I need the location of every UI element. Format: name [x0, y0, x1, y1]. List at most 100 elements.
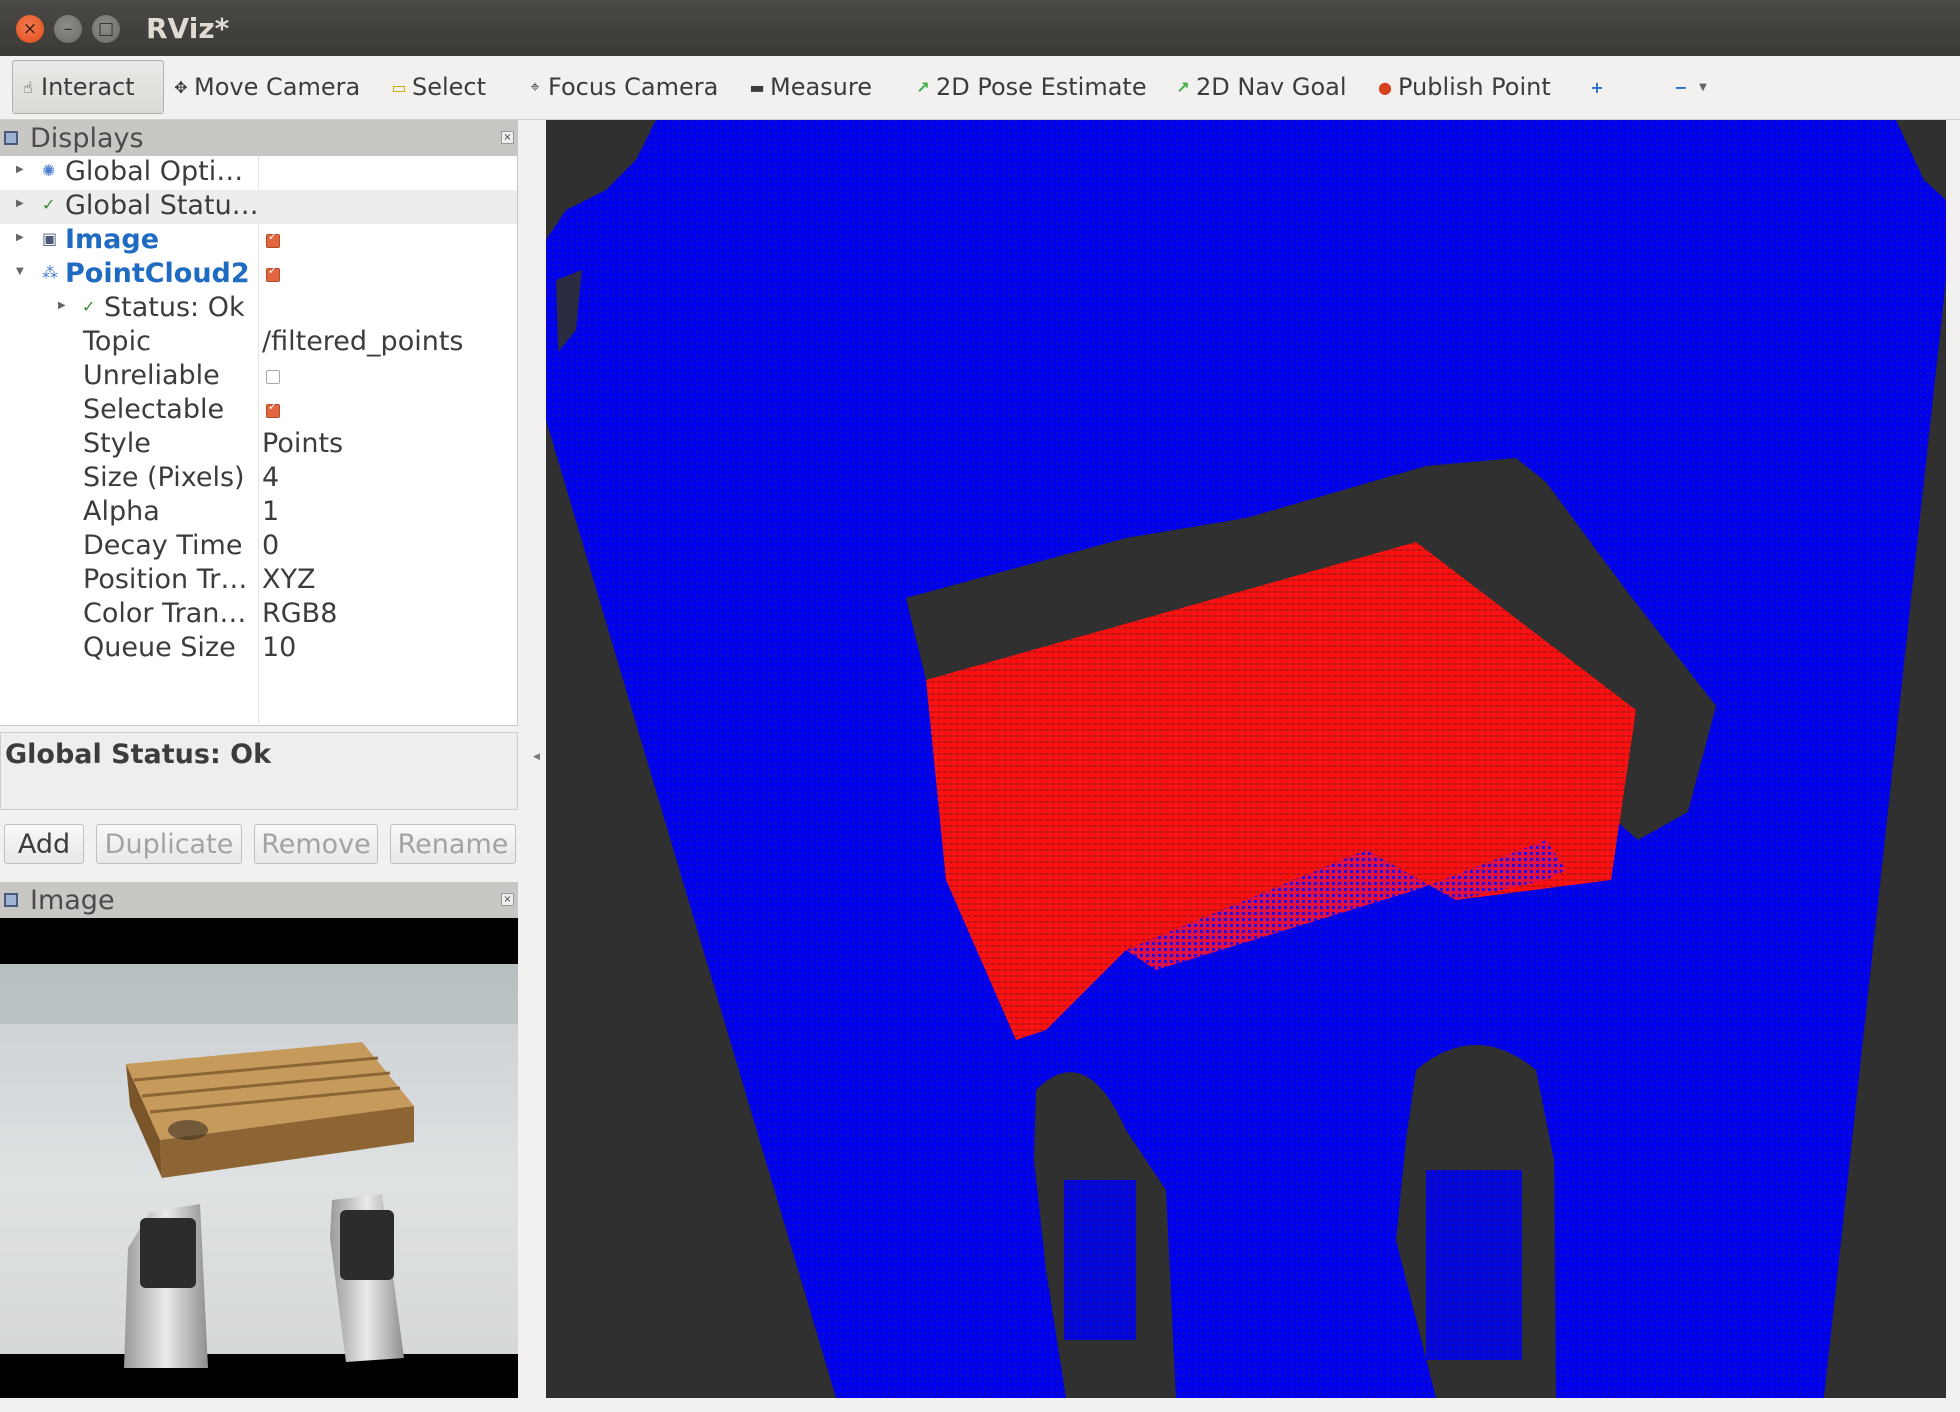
monitor-icon — [4, 131, 18, 145]
property-row-topic[interactable]: Topic /filtered_points — [0, 326, 517, 360]
property-row-selectable[interactable]: Selectable — [0, 394, 517, 428]
duplicate-button[interactable]: Duplicate — [96, 824, 242, 864]
nav-goal-label: 2D Nav Goal — [1196, 73, 1347, 101]
property-name: Style — [83, 428, 151, 459]
checkmark-icon: ✓ — [42, 195, 56, 214]
property-name: Decay Time — [83, 530, 243, 561]
property-row-decay-time[interactable]: Decay Time 0 — [0, 530, 517, 564]
property-value[interactable]: 10 — [262, 632, 296, 663]
property-row-position-transformer[interactable]: Position Tr… XYZ — [0, 564, 517, 598]
minus-icon: − — [1674, 77, 1688, 97]
tool-bar: ☝ Interact ✥ Move Camera ▭ Select ⌖ Focu… — [0, 56, 1960, 120]
focus-target-icon: ⌖ — [530, 77, 540, 96]
tree-item-pointcloud2[interactable]: ▼ ⁂ PointCloud2 — [0, 258, 517, 292]
property-name: Size (Pixels) — [83, 462, 245, 493]
interact-tool-button[interactable]: ☝ Interact — [12, 60, 164, 114]
property-row-queue-size[interactable]: Queue Size 10 — [0, 632, 517, 666]
close-window-button[interactable]: × — [16, 15, 44, 43]
property-value[interactable]: 4 — [262, 462, 279, 493]
green-arrow-icon: ↗ — [1176, 77, 1190, 97]
chevron-down-icon: ▼ — [1699, 81, 1707, 93]
property-value[interactable]: 0 — [262, 530, 279, 561]
property-name: Unreliable — [83, 360, 220, 391]
map-pin-icon: ● — [1378, 77, 1392, 97]
publish-point-tool-button[interactable]: ● Publish Point — [1370, 60, 1557, 114]
render-3d-viewport[interactable] — [546, 120, 1946, 1398]
property-value[interactable]: XYZ — [262, 564, 316, 595]
interact-label: Interact — [41, 73, 135, 101]
plus-icon: + — [1590, 77, 1604, 97]
image-display-icon: ▣ — [42, 229, 58, 248]
selectable-checkbox[interactable] — [266, 400, 280, 418]
tree-item-global-options[interactable]: ▶ ✺ Global Opti… — [0, 156, 517, 190]
remove-tool-button[interactable]: − ▼ — [1666, 60, 1722, 114]
collapse-left-icon[interactable]: ◀ — [533, 752, 540, 762]
pose-estimate-tool-button[interactable]: ↗ 2D Pose Estimate — [908, 60, 1153, 114]
expand-arrow-icon[interactable]: ▶ — [58, 300, 66, 311]
property-row-style[interactable]: Style Points — [0, 428, 517, 462]
displays-panel-header: Displays × — [0, 120, 518, 156]
select-tool-button[interactable]: ▭ Select — [384, 60, 492, 114]
maximize-window-button[interactable]: □ — [92, 15, 120, 43]
minimize-window-button[interactable]: – — [54, 15, 82, 43]
global-status-text: Global Status: Ok — [5, 739, 272, 770]
global-status-label: Global Statu… — [65, 190, 259, 221]
measure-label: Measure — [770, 73, 872, 101]
focus-camera-label: Focus Camera — [548, 73, 719, 101]
status-description-box: Global Status: Ok — [0, 732, 518, 810]
rename-button[interactable]: Rename — [390, 824, 516, 864]
camera-image — [0, 964, 518, 1398]
move-arrows-icon: ✥ — [174, 77, 188, 97]
close-panel-icon[interactable]: × — [501, 893, 514, 906]
property-value[interactable]: RGB8 — [262, 598, 337, 629]
move-camera-tool-button[interactable]: ✥ Move Camera — [166, 60, 366, 114]
property-value[interactable]: Points — [262, 428, 343, 459]
image-enabled-checkbox[interactable] — [266, 230, 280, 248]
checkmark-icon: ✓ — [82, 297, 96, 316]
publish-point-label: Publish Point — [1398, 73, 1551, 101]
image-panel-header: Image × — [0, 882, 518, 918]
add-button[interactable]: Add — [4, 824, 84, 864]
image-display-label: Image — [65, 224, 160, 255]
ruler-icon: ▬ — [749, 77, 765, 97]
displays-tree[interactable]: ▶ ✺ Global Opti… ▶ ✓ Global Statu… ▶ ▣ I… — [0, 156, 518, 726]
tree-item-status[interactable]: ▶ ✓ Status: Ok — [0, 292, 517, 326]
tree-item-image[interactable]: ▶ ▣ Image — [0, 224, 517, 258]
camera-image-view — [0, 918, 518, 1398]
displays-panel-title: Displays — [30, 122, 144, 154]
global-options-label: Global Opti… — [65, 156, 244, 187]
add-tool-button[interactable]: + — [1582, 60, 1616, 114]
close-panel-icon[interactable]: × — [501, 131, 514, 144]
property-value[interactable]: 1 — [262, 496, 279, 527]
pointcloud-icon: ⁂ — [42, 263, 58, 282]
measure-tool-button[interactable]: ▬ Measure — [742, 60, 878, 114]
property-name: Color Tran… — [83, 598, 247, 629]
title-bar: × – □ RViz* — [0, 0, 1960, 56]
window-title: RViz* — [146, 12, 230, 45]
property-row-alpha[interactable]: Alpha 1 — [0, 496, 517, 530]
property-name: Selectable — [83, 394, 225, 425]
tree-item-global-status[interactable]: ▶ ✓ Global Statu… — [0, 190, 517, 224]
unreliable-checkbox[interactable] — [266, 370, 280, 384]
property-name: Queue Size — [83, 632, 236, 663]
status-bar — [0, 1398, 1960, 1412]
gear-icon: ✺ — [42, 161, 56, 180]
property-row-color-transformer[interactable]: Color Tran… RGB8 — [0, 598, 517, 632]
select-label: Select — [412, 73, 487, 101]
right-side-strip — [1946, 120, 1960, 1398]
expand-arrow-icon[interactable]: ▶ — [16, 164, 24, 175]
expand-arrow-icon[interactable]: ▶ — [16, 232, 24, 243]
image-panel-title: Image — [30, 884, 115, 916]
point-cloud-render — [546, 120, 1946, 1398]
nav-goal-tool-button[interactable]: ↗ 2D Nav Goal — [1168, 60, 1353, 114]
remove-button[interactable]: Remove — [254, 824, 378, 864]
green-arrow-icon: ↗ — [916, 77, 930, 97]
expand-arrow-icon[interactable]: ▶ — [16, 198, 24, 209]
property-value[interactable]: /filtered_points — [262, 326, 464, 357]
property-row-unreliable[interactable]: Unreliable — [0, 360, 517, 394]
property-row-size[interactable]: Size (Pixels) 4 — [0, 462, 517, 496]
pointcloud-display-label: PointCloud2 — [65, 258, 250, 289]
focus-camera-tool-button[interactable]: ⌖ Focus Camera — [520, 60, 724, 114]
pointcloud-enabled-checkbox[interactable] — [266, 264, 280, 282]
collapse-arrow-icon[interactable]: ▼ — [16, 266, 24, 277]
